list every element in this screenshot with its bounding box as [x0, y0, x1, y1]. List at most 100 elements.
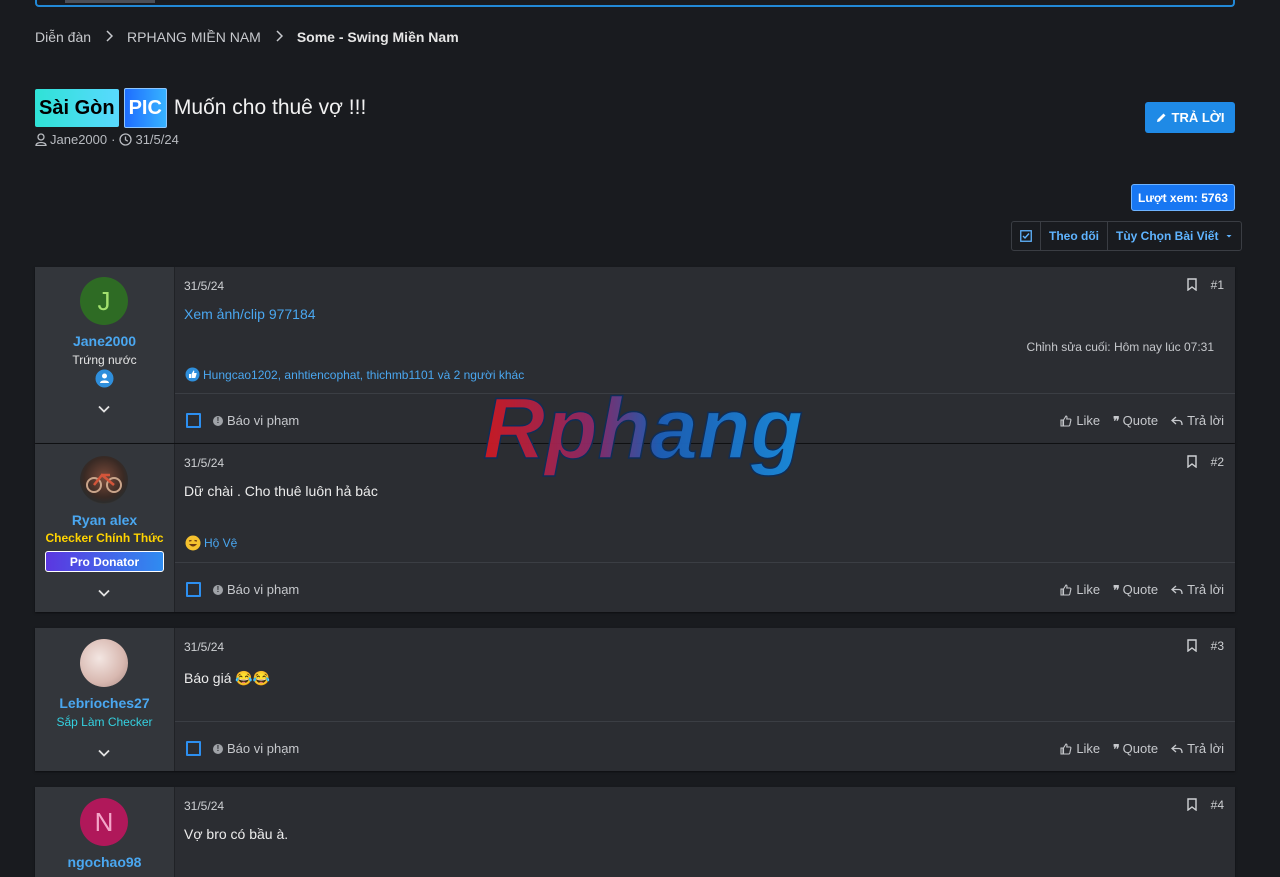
like-label: Like — [1076, 413, 1101, 428]
post-body: Dữ chài . Cho thuê luôn hả bác — [184, 483, 378, 499]
post-3: Lebrioches27 Sắp Làm Checker 31/5/24 #3 … — [35, 628, 1235, 771]
user-banner: Pro Donator — [45, 551, 164, 572]
views-badge: Lượt xem: 5763 — [1131, 184, 1235, 211]
post-body: Vợ bro có bầu à. — [184, 826, 289, 842]
post-date[interactable]: 31/5/24 — [184, 799, 224, 813]
post-1: J Jane2000 Trứng nước 31/5/24 #1 Xem ảnh… — [35, 267, 1235, 443]
post-date[interactable]: 31/5/24 — [184, 279, 224, 293]
breadcrumb: Diễn đàn RPHANG MIỀN NAM Some - Swing Mi… — [35, 29, 459, 45]
report-button[interactable]: ! Báo vi phạm — [213, 413, 299, 428]
post-date[interactable]: 31/5/24 — [184, 640, 224, 654]
select-post-checkbox[interactable] — [186, 582, 201, 597]
avatar[interactable]: J — [80, 277, 128, 325]
post-actions: ! Báo vi phạm Like ❞ Quote Trả lời — [175, 393, 1235, 443]
report-label: Báo vi phạm — [227, 413, 300, 428]
post-user-panel: Ryan alex Checker Chính Thức Pro Donator — [35, 444, 175, 612]
thumbs-up-icon — [1060, 583, 1072, 596]
prefix-saigon[interactable]: Sài Gòn — [35, 89, 119, 127]
avatar-initial: J — [97, 285, 111, 316]
breadcrumb-current[interactable]: Some - Swing Miền Nam — [297, 29, 459, 45]
reply-post-button[interactable]: Trả lời — [1171, 741, 1224, 756]
prefix-pic[interactable]: PIC — [123, 88, 167, 128]
post-number[interactable]: #2 — [1211, 455, 1224, 469]
username[interactable]: Ryan alex — [35, 512, 174, 528]
top-nav-active-segment — [65, 0, 155, 3]
reply-icon — [1171, 585, 1183, 594]
caret-down-icon — [1226, 235, 1232, 238]
like-reaction-icon — [185, 367, 200, 382]
avatar[interactable]: N — [80, 798, 128, 846]
follow-button[interactable]: Theo dõi — [1041, 222, 1108, 250]
avatar-initial: N — [94, 806, 114, 837]
user-title: Checker Chính Thức — [45, 531, 164, 545]
reply-icon — [1171, 744, 1183, 753]
warning-icon: ! — [213, 743, 223, 754]
checkbox-icon — [1020, 230, 1032, 242]
username[interactable]: ngochao98 — [35, 854, 174, 870]
post-main: 31/5/24 #3 Báo giá 😂😂 ! Báo vi phạm Like … — [175, 628, 1235, 771]
like-label: Like — [1076, 582, 1101, 597]
like-button[interactable]: Like — [1060, 582, 1100, 597]
post-main: 31/5/24 #4 Vợ bro có bầu à. — [175, 787, 1235, 877]
post-number[interactable]: #1 — [1211, 278, 1224, 292]
avatar[interactable] — [80, 456, 128, 504]
reply-button-label: TRẢ LỜI — [1171, 110, 1225, 125]
user-icon — [35, 133, 47, 146]
post-number[interactable]: #3 — [1211, 639, 1224, 653]
chevron-down-icon[interactable] — [97, 746, 111, 761]
chevron-right-icon — [275, 29, 283, 45]
bookmark-icon[interactable] — [1187, 455, 1197, 471]
select-toggle-button[interactable] — [1012, 222, 1041, 250]
quote-button[interactable]: ❞ Quote — [1113, 741, 1158, 756]
reply-post-button[interactable]: Trả lời — [1171, 413, 1224, 428]
clock-icon — [119, 133, 133, 146]
username[interactable]: Lebrioches27 — [35, 695, 174, 711]
reply-post-button[interactable]: Trả lời — [1171, 582, 1224, 597]
bookmark-icon[interactable] — [1187, 639, 1197, 655]
reactions-bar[interactable]: Hộ Vệ — [185, 535, 237, 551]
username[interactable]: Jane2000 — [35, 333, 174, 349]
breadcrumb-category[interactable]: RPHANG MIỀN NAM — [127, 29, 261, 45]
thumbs-up-icon — [1060, 414, 1072, 427]
quote-button[interactable]: ❞ Quote — [1113, 582, 1158, 597]
post-right-actions: Like ❞ Quote Trả lời — [1047, 582, 1224, 597]
reply-button[interactable]: TRẢ LỜI — [1145, 102, 1235, 133]
bookmark-icon[interactable] — [1187, 798, 1197, 814]
chevron-down-icon[interactable] — [97, 402, 111, 417]
post-body: Báo giá 😂😂 — [184, 670, 271, 686]
post-number[interactable]: #4 — [1211, 798, 1224, 812]
report-label: Báo vi phạm — [227, 582, 300, 597]
select-post-checkbox[interactable] — [186, 741, 201, 756]
quote-button[interactable]: ❞ Quote — [1113, 413, 1158, 428]
report-button[interactable]: ! Báo vi phạm — [213, 582, 299, 597]
post-user-panel: Lebrioches27 Sắp Làm Checker — [35, 628, 175, 771]
like-button[interactable]: Like — [1060, 741, 1100, 756]
thread-date[interactable]: 31/5/24 — [135, 132, 178, 147]
media-link[interactable]: Xem ảnh/clip 977184 — [184, 306, 316, 322]
thread-author[interactable]: Jane2000 — [50, 132, 107, 147]
reply-label: Trả lời — [1187, 582, 1224, 597]
post-date[interactable]: 31/5/24 — [184, 456, 224, 470]
post-user-panel: J Jane2000 Trứng nước — [35, 267, 175, 443]
post-main: 31/5/24 #2 Dữ chài . Cho thuê luôn hả bá… — [175, 444, 1235, 612]
user-title: Sắp Làm Checker — [56, 715, 153, 729]
post-actions: ! Báo vi phạm Like ❞ Quote Trả lời — [175, 721, 1235, 771]
thread-options-dropdown[interactable]: Tùy Chọn Bài Viết — [1108, 222, 1241, 250]
reactions-bar[interactable]: Hungcao1202, anhtiencophat, thichmb1101 … — [185, 367, 524, 382]
post-2: Ryan alex Checker Chính Thức Pro Donator… — [35, 444, 1235, 612]
select-post-checkbox[interactable] — [186, 413, 201, 428]
last-edited-note: Chỉnh sửa cuối: Hôm nay lúc 07:31 — [1026, 340, 1214, 354]
post-right-actions: Like ❞ Quote Trả lời — [1047, 413, 1224, 428]
thread-toolbar: Theo dõi Tùy Chọn Bài Viết — [1011, 221, 1243, 251]
like-button[interactable]: Like — [1060, 413, 1100, 428]
report-button[interactable]: ! Báo vi phạm — [213, 741, 299, 756]
like-label: Like — [1076, 741, 1101, 756]
post-user-panel: N ngochao98 — [35, 787, 175, 877]
reactions-text: Hộ Vệ — [204, 536, 238, 550]
top-nav-bar — [35, 0, 1235, 7]
breadcrumb-forum[interactable]: Diễn đàn — [35, 29, 91, 45]
verified-badge-icon — [95, 369, 114, 391]
bookmark-icon[interactable] — [1187, 278, 1197, 294]
avatar[interactable] — [80, 639, 128, 687]
chevron-down-icon[interactable] — [97, 586, 111, 601]
